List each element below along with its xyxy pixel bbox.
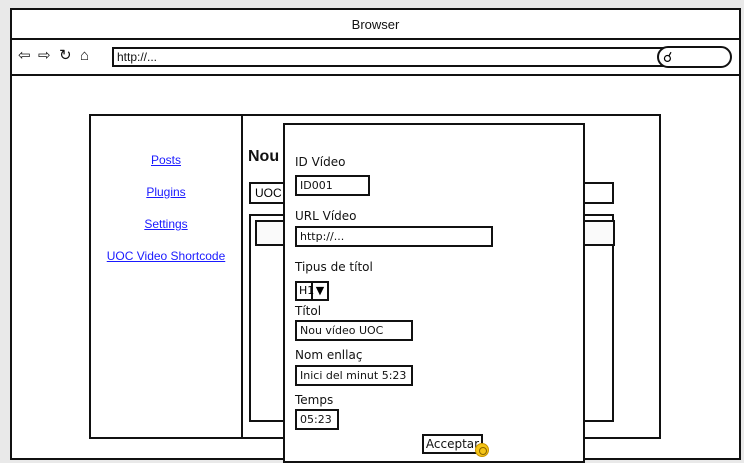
time-field[interactable]: 05:23: [295, 409, 339, 430]
sidebar-item-uoc-video-shortcode[interactable]: UOC Video Shortcode: [91, 249, 241, 263]
window-title: Browser: [12, 10, 739, 40]
video-url-field[interactable]: http://...: [295, 226, 493, 247]
search-icon: ☌: [663, 49, 673, 65]
video-url-label: URL Vídeo: [295, 209, 357, 223]
address-bar[interactable]: http://...: [112, 47, 672, 67]
accept-button[interactable]: Acceptar: [422, 434, 483, 454]
forward-icon[interactable]: ⇨: [38, 46, 51, 66]
video-id-field[interactable]: ID001: [295, 175, 370, 196]
navigation-bar: ⇦ ⇨ ↻ ⌂ http://... ☌: [12, 40, 739, 76]
title-type-label: Tipus de títol: [295, 260, 373, 274]
title-field[interactable]: Nou vídeo UOC: [295, 320, 413, 341]
title-type-select[interactable]: H1: [295, 281, 314, 301]
link-name-label: Nom enllaç: [295, 348, 363, 362]
page-title: Nou: [248, 148, 280, 165]
title-label: Títol: [295, 304, 322, 318]
link-name-field[interactable]: Inici del minut 5:23: [295, 365, 413, 386]
sidebar-item-posts[interactable]: Posts: [91, 153, 241, 167]
home-icon[interactable]: ⌂: [80, 46, 89, 66]
sidebar-item-plugins[interactable]: Plugins: [91, 185, 241, 199]
sidebar-item-settings[interactable]: Settings: [91, 217, 241, 231]
video-shortcode-dialog: ID Vídeo ID001 URL Vídeo http://... Tipu…: [283, 123, 585, 463]
search-box[interactable]: ☌: [657, 46, 732, 68]
video-id-label: ID Vídeo: [295, 155, 346, 169]
back-icon[interactable]: ⇦: [18, 46, 31, 66]
dropdown-arrow-icon[interactable]: ▼: [313, 281, 329, 301]
time-label: Temps: [295, 393, 334, 407]
cursor-icon: [475, 443, 489, 457]
reload-icon[interactable]: ↻: [59, 46, 72, 66]
sidebar-divider: [241, 116, 243, 437]
